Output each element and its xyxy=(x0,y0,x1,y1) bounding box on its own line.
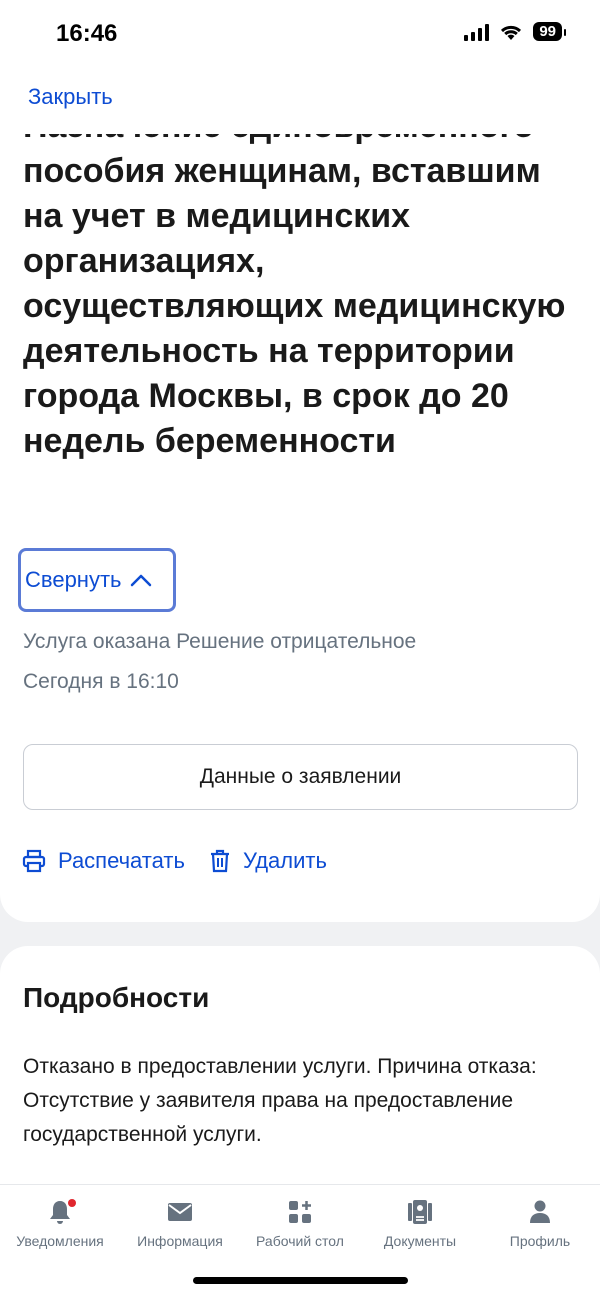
trash-icon xyxy=(210,849,229,873)
service-card: Закрыть Назначение единовременного пособ… xyxy=(0,70,600,922)
signal-icon xyxy=(464,23,490,41)
application-data-label: Данные о заявлении xyxy=(199,765,402,788)
tab-documents[interactable]: Документы xyxy=(360,1197,480,1249)
documents-icon xyxy=(407,1197,433,1227)
chevron-up-icon xyxy=(130,574,151,587)
print-button[interactable]: Распечатать xyxy=(22,848,185,874)
service-title-container: Назначение единовременного пособия женщи… xyxy=(23,134,573,548)
collapse-label: Свернуть xyxy=(25,567,122,592)
collapse-button[interactable]: Свернуть xyxy=(18,548,176,612)
notification-badge xyxy=(68,1199,76,1207)
status-bar: 16:46 99 xyxy=(0,0,600,70)
service-status: Услуга оказана Решение отрицательное xyxy=(23,630,417,653)
details-reason: Отсутствие у заявителя права на предоста… xyxy=(23,1089,513,1146)
wifi-icon xyxy=(501,25,522,40)
details-text: Отказано в предоставлении услуги. Причин… xyxy=(23,1050,583,1152)
delete-button[interactable]: Удалить xyxy=(209,848,327,874)
close-button[interactable]: Закрыть xyxy=(28,84,113,110)
application-data-button[interactable]: Данные о заявлении xyxy=(23,744,578,810)
details-title: Подробности xyxy=(23,982,210,1013)
printer-icon xyxy=(22,849,46,873)
status-icons: 99 xyxy=(464,22,566,41)
tab-notifications[interactable]: Уведомления xyxy=(0,1197,120,1249)
print-label: Распечатать xyxy=(58,848,185,873)
battery-indicator: 99 xyxy=(533,22,566,41)
status-time: 16:46 xyxy=(56,20,118,47)
tab-label: Информация xyxy=(137,1233,223,1249)
profile-icon xyxy=(529,1197,551,1227)
delete-label: Удалить xyxy=(242,848,327,873)
tab-label: Документы xyxy=(383,1233,457,1249)
grid-plus-icon xyxy=(288,1197,312,1227)
tab-label: Профиль xyxy=(509,1233,571,1249)
tab-profile[interactable]: Профиль xyxy=(480,1197,600,1249)
home-indicator xyxy=(193,1277,408,1284)
bell-icon xyxy=(48,1197,76,1227)
service-title: Назначение единовременного пособия женщи… xyxy=(23,134,566,460)
service-timestamp: Сегодня в 16:10 xyxy=(23,670,179,693)
actions-row: Распечатать Удалить xyxy=(22,848,327,874)
tab-information[interactable]: Информация xyxy=(120,1197,240,1249)
tab-label: Рабочий стол xyxy=(256,1233,344,1249)
tab-dashboard[interactable]: Рабочий стол xyxy=(240,1197,360,1249)
tab-label: Уведомления xyxy=(16,1233,104,1249)
mail-icon xyxy=(167,1197,193,1227)
details-reason-label: Отказано в предоставлении услуги. Причин… xyxy=(23,1055,537,1078)
